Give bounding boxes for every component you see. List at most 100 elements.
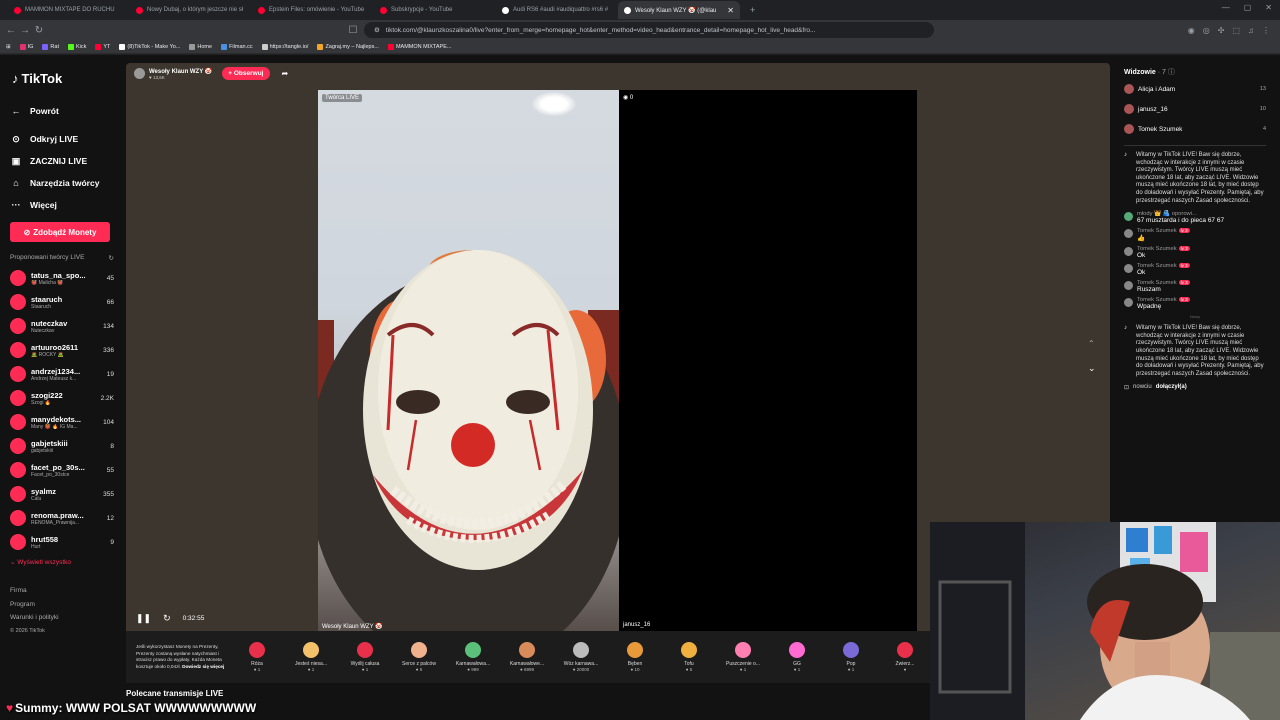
show-all-link[interactable]: ⌄ Wyświetl wszystko [10,558,114,566]
bookmark-item[interactable]: YT [95,43,110,50]
gift-item[interactable]: GG ● 1 [770,642,824,672]
browser-tab[interactable]: Nowy Dubaj, o którym jeszcze nie sł [130,1,252,19]
gift-item[interactable]: Tofu ● 5 [662,642,716,672]
gift-item[interactable]: Wyślij całusa ● 1 [338,642,392,672]
extension-icon[interactable]: ◎ [1203,26,1210,35]
minimize-icon[interactable]: — [1222,3,1230,12]
suggested-creator[interactable]: manydekots... Many 👹 🔥 IG Ma... 104 [10,410,114,434]
suggested-creator[interactable]: szogi222 Szogi 🔥 2.2K [10,386,114,410]
suggested-creator[interactable]: facet_po_30s... Facet_po_30stce 55 [10,458,114,482]
reload-icon[interactable]: ↻ [32,25,46,36]
chevron-up-icon[interactable]: ⌃ [1088,339,1095,348]
gift-item[interactable]: Karnawałowa... ● 999 [446,642,500,672]
gift-item[interactable]: Puszczenie o... ● 1 [716,642,770,672]
close-tab-icon[interactable]: ✕ [727,6,734,15]
avatar[interactable] [1124,212,1133,222]
browser-tab[interactable]: Epstein Files: omówienie - YouTube [252,1,374,19]
footer-link[interactable]: Firma [10,584,114,598]
bookmark-item[interactable]: Rat [42,43,59,50]
suggested-creator[interactable]: gabjetskiii gabjetskiii 8 [10,434,114,458]
gift-item[interactable]: Karnawałowe... ● 6999 [500,642,554,672]
browser-tab[interactable]: Audi RS6 #audi #audiquattro #rs6 # [496,1,618,19]
extension-icon[interactable]: ◉ [1188,26,1195,35]
guest-video[interactable]: ◉ 0 janusz_16 [619,90,917,632]
viewer-row[interactable]: Alicja i Adam 13 [1124,79,1266,99]
host-video[interactable]: Twórca LIVE Wesoły Klaun WZY 🤡 [318,90,619,632]
gift-item[interactable]: Zwierz... ● [878,642,932,672]
tiktok-icon [502,6,509,14]
browser-tab-active[interactable]: Wesoły Klaun WZY 🤡 (@klau ✕ [618,1,740,19]
suggested-creator[interactable]: nuteczkav Nuteczkav 134 [10,314,114,338]
bookmark-item[interactable]: (8)TikTok - Make Yo... [119,43,180,50]
chat-ticker: ♥ Summy : WWW POLSAT WWWWWWWWW [6,701,257,715]
avatar[interactable] [1124,229,1133,239]
suggested-creator[interactable]: syalmz Calu 355 [10,482,114,506]
bookmark-item[interactable]: Filman.cc [221,43,253,50]
nav-discover-live[interactable]: ⊙ Odkryj LIVE [10,128,114,150]
suggested-creator[interactable]: andrzej1234... Andrzej Mateusz k... 19 [10,362,114,386]
pause-icon[interactable]: ❚❚ [136,613,151,624]
avatar[interactable] [1124,247,1133,257]
get-coins-button[interactable]: ⊘ Zdobądź Monety [10,222,110,242]
suggested-creator[interactable]: tatus_na_spo... 👹 Malicha 👹 45 [10,266,114,290]
menu-icon[interactable]: ⋮ [1262,26,1270,35]
suggested-creator[interactable]: renoma.praw... RENOMA_Prawnija... 12 [10,506,114,530]
bookmark-item[interactable]: Home [189,43,212,50]
avatar[interactable] [1124,281,1133,291]
nav-start-live[interactable]: ▣ ZACZNIJ LIVE [10,150,114,172]
gift-price: ● 5 [415,667,423,672]
bookmark-item[interactable]: MAMMON MIXTAPE... [387,43,451,50]
host-avatar[interactable] [134,68,145,79]
browser-tab[interactable]: MAMMON MIXTAPE DO RUCHU [8,1,130,19]
bookmark-item[interactable]: Zagraj.my – Najleps... [317,43,379,50]
maximize-icon[interactable]: ▢ [1244,3,1252,12]
suggested-creator[interactable]: staaruch Staaruch 66 [10,290,114,314]
creator-name: gabjetskiii [31,438,68,448]
nav-more[interactable]: ··· Więcej [10,194,114,216]
chevron-down-icon[interactable]: ⌄ [1088,363,1096,374]
bookmark-icon[interactable]: ☐ [346,25,360,36]
refresh-icon[interactable]: ↻ [109,254,114,262]
tiktok-logo[interactable]: ♪ TikTok [12,71,114,86]
gift-item[interactable]: Pop ● 1 [824,642,878,672]
footer-link[interactable]: Program [10,598,114,612]
close-window-icon[interactable]: ✕ [1265,3,1272,12]
avatar[interactable] [1124,264,1133,274]
bookmark-item[interactable]: IG [19,43,33,50]
browser-tab[interactable]: Subskrypcje - YouTube [374,1,496,19]
gift-item[interactable]: Bęben ● 10 [608,642,662,672]
info-icon[interactable]: ⓘ [1168,69,1175,76]
gift-item[interactable]: Róża ● 1 [230,642,284,672]
music-icon[interactable]: ♫ [1248,26,1254,35]
site-info-icon[interactable]: ⚙ [374,26,380,34]
footer-link[interactable]: Warunki i polityki [10,611,114,625]
share-icon[interactable]: ➦ [282,69,289,78]
suggested-creator[interactable]: artuuroo2611 🧟 ROCKY 🧟 336 [10,338,114,362]
gift-icon [789,642,805,658]
gift-item[interactable]: Serce z palców ● 5 [392,642,446,672]
follow-button[interactable]: + Obserwuj [222,67,270,80]
learn-more-link[interactable]: Dowiedz się więcej [182,664,224,669]
avatar[interactable] [1124,298,1133,308]
suggested-creators-list: tatus_na_spo... 👹 Malicha 👹 45 staaruch St… [10,266,114,554]
suggested-creator[interactable]: hrut558 Hurt 9 [10,530,114,554]
host-name[interactable]: Wesoły Klaun WZY 🤡 [149,68,212,75]
viewer-row[interactable]: janusz_16 10 [1124,99,1266,119]
back-icon[interactable]: ← [4,25,18,36]
live-icon: ▣ [11,155,21,166]
forward-icon[interactable]: → [18,25,32,36]
back-link[interactable]: ← Powrót [10,100,114,122]
profile-icon[interactable]: ⬚ [1232,26,1240,35]
gift-item[interactable]: Jesteś niesa... ● 1 [284,642,338,672]
url-input[interactable]: ⚙ tiktok.com/@klaunzkoszalina0/live?ente… [364,22,934,38]
refresh-icon[interactable]: ↻ [163,613,171,624]
bookmark-item[interactable]: https://tangle.io/ [261,43,308,50]
apps-icon[interactable]: ⊞ [6,44,11,50]
puzzle-icon[interactable]: ✣ [1218,26,1225,35]
gift-item[interactable]: Wóz karnawa... ● 20000 [554,642,608,672]
viewer-row[interactable]: Tomek Szumek 4 [1124,119,1266,139]
bookmark-item[interactable]: Kick [67,43,86,50]
nav-creator-tools[interactable]: ⌂ Narzędzia twórcy [10,172,114,194]
gift-icon [735,642,751,658]
new-tab-button[interactable]: + [750,5,755,15]
